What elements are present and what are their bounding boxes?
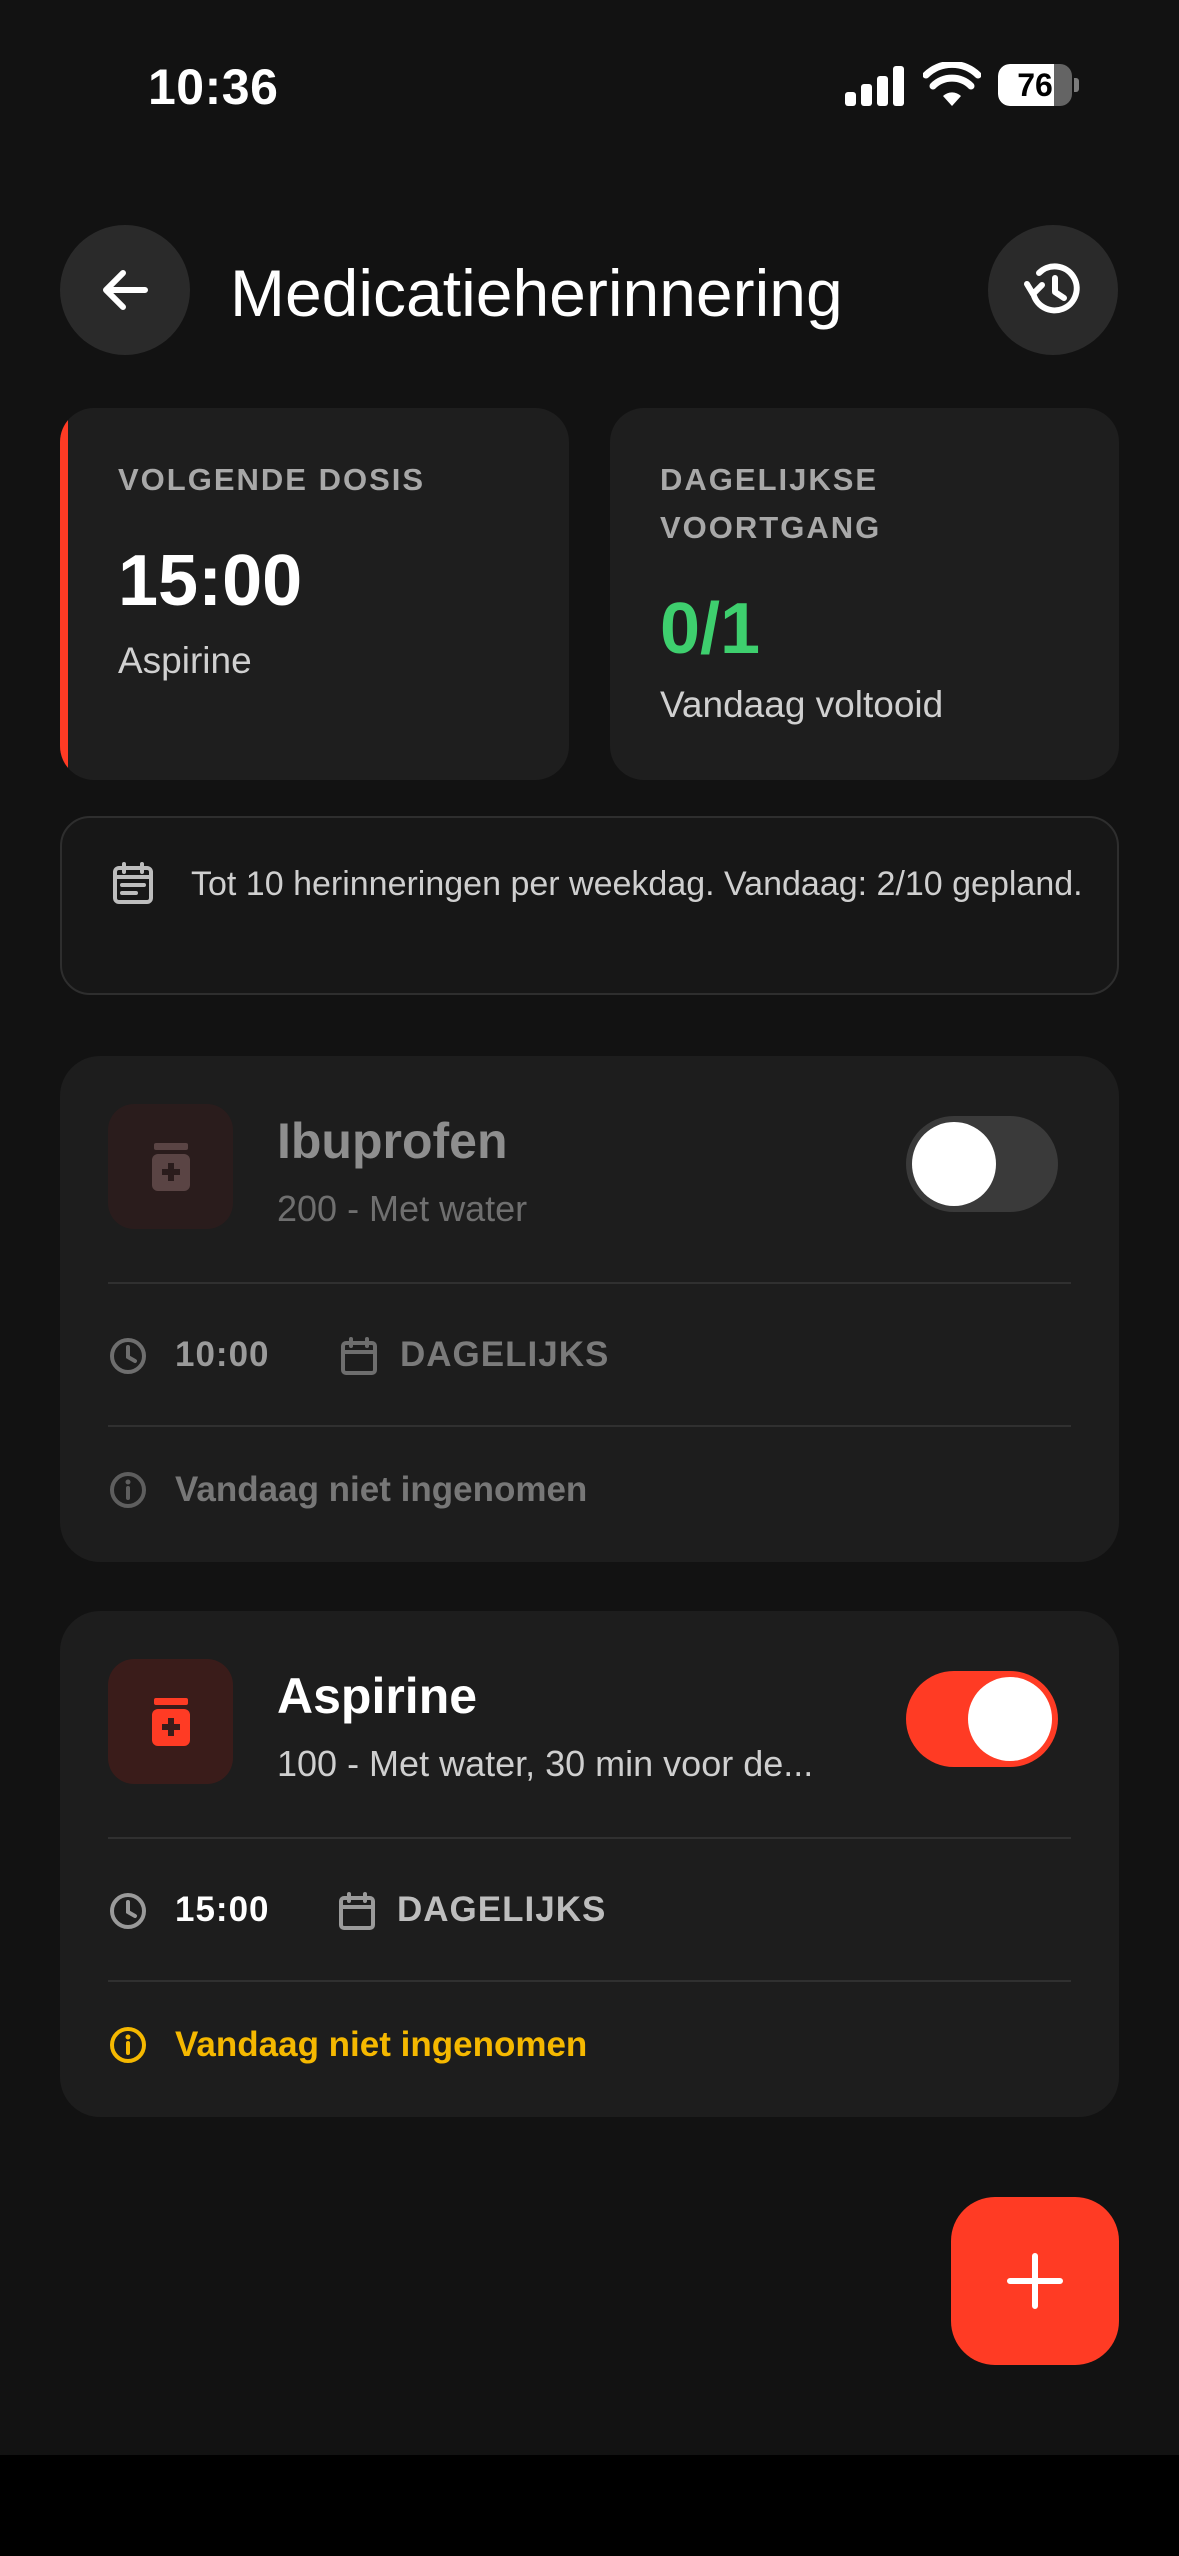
page-title: Medicatieherinnering xyxy=(230,256,843,330)
next-dose-medication: Aspirine xyxy=(118,640,252,681)
medication-toggle[interactable] xyxy=(906,1671,1058,1767)
daily-progress-subtitle: Vandaag voltooid xyxy=(660,684,944,725)
medication-toggle[interactable] xyxy=(906,1116,1058,1212)
clock-icon xyxy=(110,1338,146,1374)
pill-bottle-icon xyxy=(151,1142,190,1191)
medication-detail: 100 - Met water, 30 min voor de... xyxy=(277,1743,814,1784)
info-icon xyxy=(110,2027,146,2063)
medication-frequency: DAGELIJKS xyxy=(397,1890,607,1929)
medication-card[interactable]: Ibuprofen 200 - Met water 10:00 DAGELIJK… xyxy=(60,1056,1119,1562)
next-dose-time: 15:00 xyxy=(118,541,303,621)
reminder-limit-info: Tot 10 herinneringen per weekdag. Vandaa… xyxy=(60,816,1119,995)
calendar-note-icon xyxy=(113,862,153,904)
medication-time: 15:00 xyxy=(175,1890,270,1929)
medication-status: Vandaag niet ingenomen xyxy=(175,1470,588,1509)
toggle-knob xyxy=(968,1677,1052,1761)
toggle-knob xyxy=(912,1122,996,1206)
divider xyxy=(108,1837,1071,1839)
next-dose-label: VOLGENDE DOSIS xyxy=(118,462,426,497)
wifi-icon xyxy=(923,62,981,106)
history-button[interactable] xyxy=(988,225,1118,355)
divider xyxy=(108,1980,1071,1982)
medication-frequency: DAGELIJKS xyxy=(400,1335,610,1374)
divider xyxy=(108,1282,1071,1284)
back-button[interactable] xyxy=(60,225,190,355)
add-medication-button[interactable] xyxy=(951,2197,1119,2365)
status-time: 10:36 xyxy=(148,59,279,115)
medication-icon-box xyxy=(108,1659,233,1784)
medication-status: Vandaag niet ingenomen xyxy=(175,2025,588,2064)
arrow-left-icon xyxy=(103,270,148,310)
daily-progress-label-line1: DAGELIJKSE xyxy=(660,462,879,497)
next-dose-card: VOLGENDE DOSIS 15:00 Aspirine xyxy=(60,408,569,780)
daily-progress-label-line2: VOORTGANG xyxy=(660,510,882,545)
calendar-icon xyxy=(341,1337,377,1375)
home-indicator-area xyxy=(0,2455,1179,2556)
card-accent-bar xyxy=(60,408,68,780)
battery-icon: 76 xyxy=(998,64,1079,106)
pill-bottle-icon xyxy=(151,1697,190,1746)
divider xyxy=(108,1425,1071,1427)
medication-detail: 200 - Met water xyxy=(277,1188,528,1229)
info-icon xyxy=(110,1472,146,1508)
daily-progress-value: 0/1 xyxy=(660,589,761,669)
medication-icon-box xyxy=(108,1104,233,1229)
medication-time: 10:00 xyxy=(175,1335,270,1374)
clock-icon xyxy=(110,1893,146,1929)
info-text: Tot 10 herinneringen per weekdag. Vandaa… xyxy=(191,865,1083,903)
medication-name: Aspirine xyxy=(277,1668,478,1724)
daily-progress-card: DAGELIJKSE VOORTGANG 0/1 Vandaag voltooi… xyxy=(610,408,1119,780)
calendar-icon xyxy=(339,1892,375,1930)
plus-icon xyxy=(1007,2253,1063,2309)
medication-card[interactable]: Aspirine 100 - Met water, 30 min voor de… xyxy=(60,1611,1119,2117)
medication-name: Ibuprofen xyxy=(277,1113,508,1169)
app-screen: 10:36 76 Medicatieherinnering VOLGENDE D… xyxy=(0,0,1179,2455)
cellular-signal-icon xyxy=(845,66,905,106)
battery-level: 76 xyxy=(1017,67,1053,103)
history-icon xyxy=(1024,263,1080,314)
